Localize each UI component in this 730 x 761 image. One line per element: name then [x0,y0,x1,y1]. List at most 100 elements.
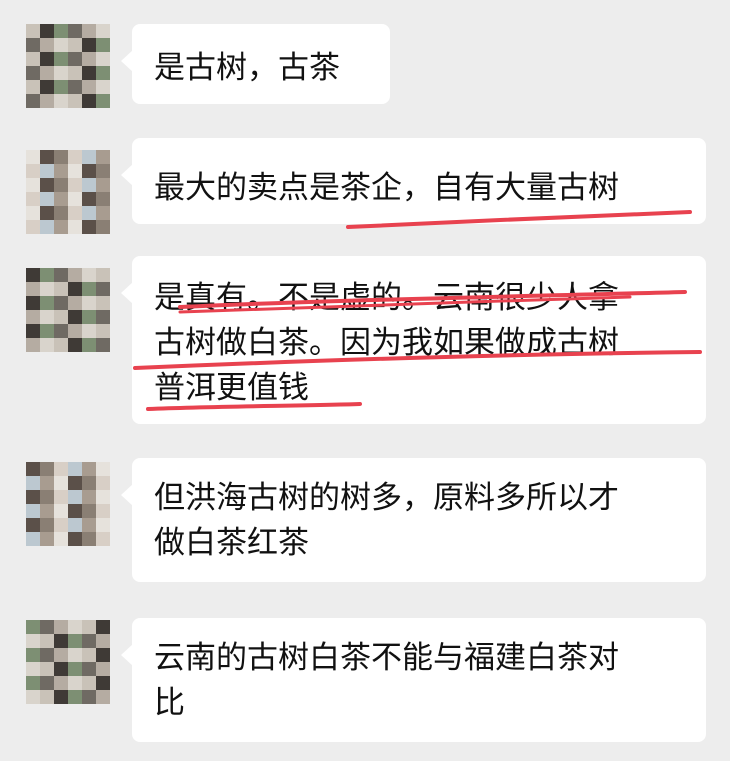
avatar-pixel [82,476,96,490]
avatar-pixel [96,192,110,206]
avatar-pixel [40,462,54,476]
avatar-pixel [54,192,68,206]
avatar-pixel [68,310,82,324]
avatar[interactable] [26,24,110,108]
message-bubble[interactable]: 云南的古树白茶不能与福建白茶对 比 [121,618,706,742]
avatar-pixel [40,518,54,532]
avatar-pixel [68,282,82,296]
avatar-pixel [68,676,82,690]
avatar-pixel [82,268,96,282]
avatar-pixel [82,38,96,52]
message-bubble[interactable]: 但洪海古树的树多，原料多所以才 做白茶红茶 [121,458,706,582]
avatar-pixel [68,150,82,164]
avatar-pixel [96,268,110,282]
avatar-pixel [26,476,40,490]
avatar-pixel [40,192,54,206]
avatar-pixel [82,676,96,690]
avatar-pixel [40,206,54,220]
avatar-pixel [26,676,40,690]
avatar-pixel [68,220,82,234]
avatar-pixel [40,52,54,66]
avatar-pixel [54,268,68,282]
avatar-pixel [26,150,40,164]
avatar-pixel [40,532,54,546]
avatar-pixel [82,192,96,206]
avatar-pixel [26,462,40,476]
avatar-pixel [26,220,40,234]
avatar-pixel [26,518,40,532]
avatar-pixel [54,24,68,38]
avatar-pixel [54,634,68,648]
avatar-pixel [96,338,110,352]
avatar-pixel [26,66,40,80]
avatar[interactable] [26,462,110,546]
avatar-pixel [68,504,82,518]
avatar-pixel [40,164,54,178]
avatar-pixel [54,52,68,66]
avatar-pixel [96,94,110,108]
avatar-pixel [68,338,82,352]
avatar-pixel [96,220,110,234]
avatar[interactable] [26,620,110,704]
avatar[interactable] [26,150,110,234]
message-bubble[interactable]: 最大的卖点是茶企，自有大量古树 [121,138,706,224]
avatar-pixel [96,80,110,94]
avatar[interactable] [26,268,110,352]
avatar-pixel [68,662,82,676]
avatar-pixel [54,690,68,704]
avatar-pixel [82,662,96,676]
avatar-pixel [26,80,40,94]
avatar-pixel [82,24,96,38]
avatar-pixel [26,192,40,206]
avatar-pixel [54,338,68,352]
avatar-pixel [82,634,96,648]
avatar-pixel [68,178,82,192]
avatar-pixel [40,282,54,296]
avatar-pixel [82,490,96,504]
avatar-pixel [26,164,40,178]
avatar-pixel [26,206,40,220]
message-bubble[interactable]: 是真有。不是虚的。云南很少人拿 古树做白茶。因为我如果做成古树 普洱更值钱 [121,256,706,424]
avatar-pixel [96,490,110,504]
avatar-pixel [54,310,68,324]
avatar-pixel [68,296,82,310]
avatar-pixel [40,476,54,490]
avatar-pixel [82,94,96,108]
avatar-pixel [54,490,68,504]
avatar-pixel [40,504,54,518]
avatar-pixel [82,338,96,352]
avatar-pixel [96,296,110,310]
avatar-pixel [54,532,68,546]
avatar-pixel [40,268,54,282]
avatar-pixel [40,80,54,94]
message-text: 云南的古树白茶不能与福建白茶对 [154,640,619,676]
avatar-pixel [54,220,68,234]
avatar-pixel [54,282,68,296]
avatar-pixel [96,206,110,220]
avatar-pixel [40,38,54,52]
avatar-pixel [40,324,54,338]
avatar-pixel [96,324,110,338]
avatar-pixel [82,282,96,296]
avatar-pixel [68,66,82,80]
avatar-pixel [68,52,82,66]
avatar-pixel [54,462,68,476]
avatar-pixel [26,662,40,676]
message-bubble[interactable]: 是古树，古茶 [121,24,390,104]
avatar-pixel [96,164,110,178]
avatar-pixel [68,164,82,178]
avatar-pixel [68,532,82,546]
avatar-pixel [96,24,110,38]
avatar-pixel [68,268,82,282]
avatar-pixel [26,24,40,38]
avatar-pixel [82,66,96,80]
avatar-pixel [68,94,82,108]
avatar-pixel [68,634,82,648]
avatar-pixel [26,490,40,504]
avatar-pixel [54,648,68,662]
avatar-pixel [82,164,96,178]
avatar-pixel [40,648,54,662]
avatar-pixel [54,324,68,338]
avatar-pixel [26,282,40,296]
avatar-pixel [68,462,82,476]
